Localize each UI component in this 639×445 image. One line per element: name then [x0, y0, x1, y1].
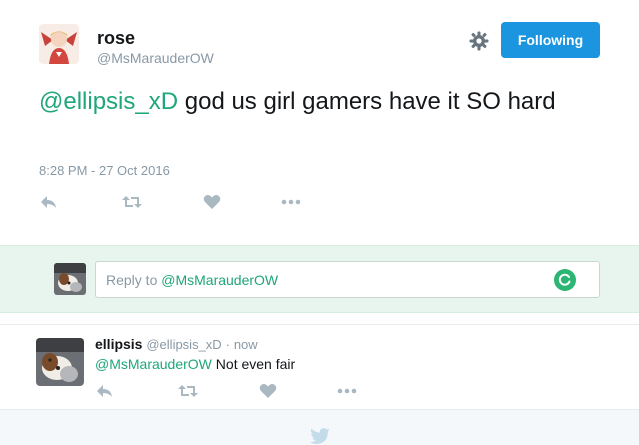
- gear-icon[interactable]: [468, 30, 490, 52]
- reply-author-name[interactable]: ellipsis: [95, 336, 142, 352]
- like-icon[interactable]: [259, 383, 281, 401]
- current-user-avatar: [54, 263, 86, 295]
- twitter-bird-icon: [310, 428, 330, 444]
- reply-text-mention[interactable]: @MsMarauderOW: [95, 356, 212, 372]
- separator-dot: ·: [225, 337, 230, 352]
- reply-input[interactable]: Reply to @MsMarauderOW: [95, 261, 600, 298]
- reply-author-avatar[interactable]: [36, 338, 84, 386]
- tweet-text: @ellipsis_xD god us girl gamers have it …: [39, 86, 579, 117]
- more-icon[interactable]: [281, 194, 303, 212]
- reply-icon[interactable]: [95, 383, 117, 401]
- author-handle[interactable]: @MsMarauderOW: [97, 50, 214, 66]
- author-name[interactable]: rose: [97, 28, 135, 49]
- reply-composer: Reply to @MsMarauderOW: [0, 245, 639, 313]
- reply-placeholder: Reply to @MsMarauderOW: [106, 272, 278, 288]
- conversation-footer: [0, 410, 639, 445]
- main-tweet: rose @MsMarauderOW Following @ellipsis_x…: [0, 0, 639, 245]
- author-avatar[interactable]: [39, 24, 79, 64]
- reply-text-body: Not even fair: [211, 356, 296, 372]
- reply-header: ellipsis @ellipsis_xD · now: [95, 336, 258, 352]
- reply-mention: @MsMarauderOW: [161, 272, 279, 288]
- reply-author-handle[interactable]: @ellipsis_xD: [146, 337, 221, 352]
- reply-icon[interactable]: [39, 194, 61, 212]
- reply-tweet: ellipsis @ellipsis_xD · now @MsMarauderO…: [0, 324, 639, 410]
- grammarly-icon[interactable]: [554, 269, 576, 291]
- tweet-body: god us girl gamers have it SO hard: [178, 88, 556, 115]
- reply-time[interactable]: now: [234, 337, 258, 352]
- following-button[interactable]: Following: [501, 22, 600, 58]
- reply-text: @MsMarauderOW Not even fair: [95, 356, 295, 372]
- tweet-timestamp[interactable]: 8:28 PM - 27 Oct 2016: [39, 163, 170, 178]
- mention-link[interactable]: @ellipsis_xD: [39, 88, 178, 115]
- retweet-icon[interactable]: [177, 383, 199, 401]
- like-icon[interactable]: [203, 194, 225, 212]
- retweet-icon[interactable]: [121, 194, 143, 212]
- more-icon[interactable]: [337, 383, 359, 401]
- reply-prefix: Reply to: [106, 272, 162, 288]
